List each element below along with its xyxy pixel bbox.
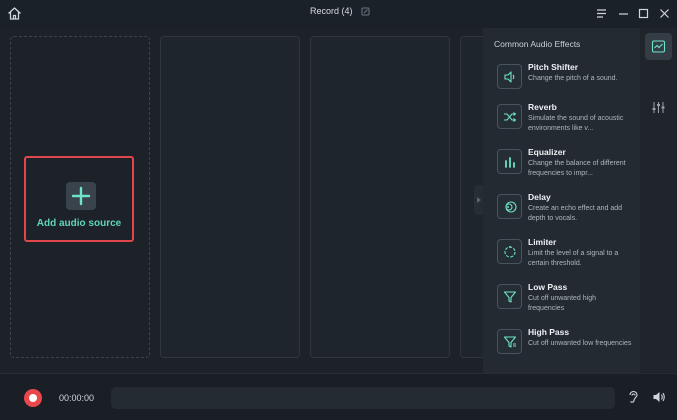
effect-delay[interactable]: Delay Create an echo effect and add dept… xyxy=(497,192,637,232)
track-slot[interactable] xyxy=(160,36,300,358)
high-pass-icon xyxy=(497,329,522,354)
record-icon[interactable] xyxy=(24,389,42,407)
effect-limiter[interactable]: Limiter Limit the level of a signal to a… xyxy=(497,237,637,277)
bottom-bar: 00:00:00 xyxy=(0,373,677,420)
menu-icon[interactable] xyxy=(595,7,608,20)
home-icon[interactable] xyxy=(6,5,23,22)
effect-reverb[interactable]: Reverb Simulate the sound of acoustic en… xyxy=(497,102,637,142)
maximize-icon[interactable] xyxy=(637,7,650,20)
effect-equalizer[interactable]: Equalizer Change the balance of differen… xyxy=(497,147,637,187)
effects-panel-icon[interactable] xyxy=(645,33,672,60)
effect-low-pass[interactable]: Low Pass Cut off unwanted high frequenci… xyxy=(497,282,637,322)
monitor-ear-icon[interactable] xyxy=(626,390,640,404)
mixer-icon[interactable] xyxy=(645,94,672,121)
pitch-shifter-icon xyxy=(497,64,522,89)
delay-icon xyxy=(497,194,522,219)
volume-icon[interactable] xyxy=(652,390,666,404)
reverb-icon xyxy=(497,104,522,129)
window-title: Record (4) xyxy=(310,6,353,16)
add-audio-source-label: Add audio source xyxy=(36,218,122,229)
minimize-icon[interactable] xyxy=(617,7,630,20)
tool-strip xyxy=(640,28,677,373)
limiter-icon xyxy=(497,239,522,264)
effects-panel: Common Audio Effects Pitch Shifter Chang… xyxy=(483,28,640,373)
close-icon[interactable] xyxy=(658,7,671,20)
effect-high-pass[interactable]: High Pass Cut off unwanted low frequenci… xyxy=(497,327,637,367)
equalizer-icon xyxy=(497,149,522,174)
title-bar: Record (4) xyxy=(0,0,677,28)
edit-title-icon[interactable] xyxy=(361,7,370,16)
track-slot[interactable] xyxy=(310,36,450,358)
effects-title: Common Audio Effects xyxy=(494,39,581,49)
add-audio-source-button[interactable]: Add audio source xyxy=(24,156,134,242)
time-readout: 00:00:00 xyxy=(59,393,95,403)
plus-icon xyxy=(66,182,96,210)
effect-pitch-shifter[interactable]: Pitch Shifter Change the pitch of a soun… xyxy=(497,62,637,102)
timeline-bar[interactable] xyxy=(111,387,615,409)
low-pass-icon xyxy=(497,284,522,309)
